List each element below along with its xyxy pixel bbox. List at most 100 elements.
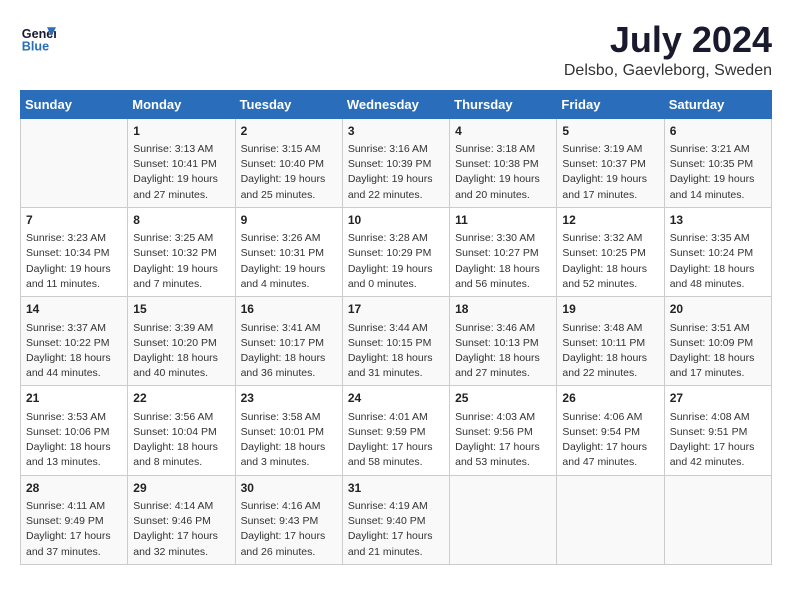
day-number: 11 — [455, 212, 551, 229]
day-info: Sunrise: 3:58 AM Sunset: 10:01 PM Daylig… — [241, 410, 337, 471]
day-number: 21 — [26, 390, 122, 407]
day-info: Sunrise: 3:46 AM Sunset: 10:13 PM Daylig… — [455, 321, 551, 382]
month-year: July 2024 — [564, 20, 772, 60]
calendar-cell: 31 Sunrise: 4:19 AM Sunset: 9:40 PM Dayli… — [342, 475, 449, 564]
weekday-header-tuesday: Tuesday — [235, 90, 342, 118]
day-info: Sunrise: 3:28 AM Sunset: 10:29 PM Daylig… — [348, 231, 444, 292]
calendar-cell: 30 Sunrise: 4:16 AM Sunset: 9:43 PM Dayli… — [235, 475, 342, 564]
day-info: Sunrise: 3:39 AM Sunset: 10:20 PM Daylig… — [133, 321, 229, 382]
weekday-header-saturday: Saturday — [664, 90, 771, 118]
day-number: 7 — [26, 212, 122, 229]
weekday-header-thursday: Thursday — [450, 90, 557, 118]
day-number: 10 — [348, 212, 444, 229]
calendar-cell: 4 Sunrise: 3:18 AM Sunset: 10:38 PM Dayli… — [450, 118, 557, 207]
calendar-cell — [557, 475, 664, 564]
calendar-cell: 5 Sunrise: 3:19 AM Sunset: 10:37 PM Dayli… — [557, 118, 664, 207]
logo-icon: General Blue — [20, 20, 56, 56]
day-number: 28 — [26, 480, 122, 497]
day-info: Sunrise: 3:16 AM Sunset: 10:39 PM Daylig… — [348, 142, 444, 203]
day-info: Sunrise: 3:37 AM Sunset: 10:22 PM Daylig… — [26, 321, 122, 382]
day-number: 3 — [348, 123, 444, 140]
day-number: 20 — [670, 301, 766, 318]
day-info: Sunrise: 3:56 AM Sunset: 10:04 PM Daylig… — [133, 410, 229, 471]
day-number: 19 — [562, 301, 658, 318]
day-info: Sunrise: 3:26 AM Sunset: 10:31 PM Daylig… — [241, 231, 337, 292]
calendar-cell: 18Sunrise: 3:46 AM Sunset: 10:13 PM Dayl… — [450, 297, 557, 386]
calendar-cell: 2 Sunrise: 3:15 AM Sunset: 10:40 PM Dayli… — [235, 118, 342, 207]
day-info: Sunrise: 3:41 AM Sunset: 10:17 PM Daylig… — [241, 321, 337, 382]
calendar-cell: 28 Sunrise: 4:11 AM Sunset: 9:49 PM Dayli… — [21, 475, 128, 564]
day-number: 29 — [133, 480, 229, 497]
calendar-cell: 12 Sunrise: 3:32 AM Sunset: 10:25 PM Dayl… — [557, 207, 664, 296]
day-number: 27 — [670, 390, 766, 407]
day-number: 1 — [133, 123, 229, 140]
day-number: 14 — [26, 301, 122, 318]
calendar-cell: 27Sunrise: 4:08 AM Sunset: 9:51 PM Dayli… — [664, 386, 771, 475]
calendar-cell: 15 Sunrise: 3:39 AM Sunset: 10:20 PM Dayl… — [128, 297, 235, 386]
calendar-cell: 23 Sunrise: 3:58 AM Sunset: 10:01 PM Dayl… — [235, 386, 342, 475]
day-info: Sunrise: 3:53 AM Sunset: 10:06 PM Daylig… — [26, 410, 122, 471]
day-info: Sunrise: 3:48 AM Sunset: 10:11 PM Daylig… — [562, 321, 658, 382]
day-number: 23 — [241, 390, 337, 407]
calendar-cell: 7 Sunrise: 3:23 AM Sunset: 10:34 PM Dayli… — [21, 207, 128, 296]
day-number: 17 — [348, 301, 444, 318]
calendar-cell: 21 Sunrise: 3:53 AM Sunset: 10:06 PM Dayl… — [21, 386, 128, 475]
calendar-cell: 22 Sunrise: 3:56 AM Sunset: 10:04 PM Dayl… — [128, 386, 235, 475]
day-number: 24 — [348, 390, 444, 407]
day-number: 31 — [348, 480, 444, 497]
calendar-cell: 20 Sunrise: 3:51 AM Sunset: 10:09 PM Dayl… — [664, 297, 771, 386]
page-header: General Blue July 2024 Delsbo, Gaevlebor… — [20, 20, 772, 80]
day-info: Sunrise: 4:19 AM Sunset: 9:40 PM Dayligh… — [348, 499, 444, 560]
svg-text:Blue: Blue — [22, 40, 49, 54]
day-info: Sunrise: 3:19 AM Sunset: 10:37 PM Daylig… — [562, 142, 658, 203]
calendar-cell: 14 Sunrise: 3:37 AM Sunset: 10:22 PM Dayl… — [21, 297, 128, 386]
day-info: Sunrise: 3:51 AM Sunset: 10:09 PM Daylig… — [670, 321, 766, 382]
calendar-week-row: 14 Sunrise: 3:37 AM Sunset: 10:22 PM Dayl… — [21, 297, 772, 386]
day-info: Sunrise: 3:23 AM Sunset: 10:34 PM Daylig… — [26, 231, 122, 292]
day-number: 12 — [562, 212, 658, 229]
calendar-cell: 10 Sunrise: 3:28 AM Sunset: 10:29 PM Dayl… — [342, 207, 449, 296]
calendar-cell: 16Sunrise: 3:41 AM Sunset: 10:17 PM Dayl… — [235, 297, 342, 386]
calendar-cell: 17Sunrise: 3:44 AM Sunset: 10:15 PM Dayl… — [342, 297, 449, 386]
day-info: Sunrise: 3:32 AM Sunset: 10:25 PM Daylig… — [562, 231, 658, 292]
day-number: 26 — [562, 390, 658, 407]
weekday-header-row: SundayMondayTuesdayWednesdayThursdayFrid… — [21, 90, 772, 118]
calendar-week-row: 21 Sunrise: 3:53 AM Sunset: 10:06 PM Dayl… — [21, 386, 772, 475]
location: Delsbo, Gaevleborg, Sweden — [564, 62, 772, 80]
day-info: Sunrise: 3:18 AM Sunset: 10:38 PM Daylig… — [455, 142, 551, 203]
calendar-cell: 1Sunrise: 3:13 AM Sunset: 10:41 PM Dayli… — [128, 118, 235, 207]
day-info: Sunrise: 3:30 AM Sunset: 10:27 PM Daylig… — [455, 231, 551, 292]
calendar-week-row: 7 Sunrise: 3:23 AM Sunset: 10:34 PM Dayli… — [21, 207, 772, 296]
day-info: Sunrise: 4:16 AM Sunset: 9:43 PM Dayligh… — [241, 499, 337, 560]
day-info: Sunrise: 4:01 AM Sunset: 9:59 PM Dayligh… — [348, 410, 444, 471]
calendar-week-row: 28 Sunrise: 4:11 AM Sunset: 9:49 PM Dayli… — [21, 475, 772, 564]
day-number: 4 — [455, 123, 551, 140]
day-number: 30 — [241, 480, 337, 497]
day-number: 8 — [133, 212, 229, 229]
weekday-header-monday: Monday — [128, 90, 235, 118]
calendar-cell: 9 Sunrise: 3:26 AM Sunset: 10:31 PM Dayli… — [235, 207, 342, 296]
day-number: 6 — [670, 123, 766, 140]
day-number: 15 — [133, 301, 229, 318]
title-block: July 2024 Delsbo, Gaevleborg, Sweden — [564, 20, 772, 80]
day-info: Sunrise: 3:35 AM Sunset: 10:24 PM Daylig… — [670, 231, 766, 292]
calendar-cell: 25Sunrise: 4:03 AM Sunset: 9:56 PM Dayli… — [450, 386, 557, 475]
calendar-cell — [450, 475, 557, 564]
calendar-cell — [21, 118, 128, 207]
calendar-cell: 6Sunrise: 3:21 AM Sunset: 10:35 PM Dayli… — [664, 118, 771, 207]
calendar-cell: 3 Sunrise: 3:16 AM Sunset: 10:39 PM Dayli… — [342, 118, 449, 207]
calendar-cell: 19 Sunrise: 3:48 AM Sunset: 10:11 PM Dayl… — [557, 297, 664, 386]
calendar-cell: 13Sunrise: 3:35 AM Sunset: 10:24 PM Dayl… — [664, 207, 771, 296]
day-number: 22 — [133, 390, 229, 407]
calendar-table: SundayMondayTuesdayWednesdayThursdayFrid… — [20, 90, 772, 565]
day-number: 25 — [455, 390, 551, 407]
day-info: Sunrise: 3:15 AM Sunset: 10:40 PM Daylig… — [241, 142, 337, 203]
day-number: 2 — [241, 123, 337, 140]
day-number: 9 — [241, 212, 337, 229]
day-info: Sunrise: 4:11 AM Sunset: 9:49 PM Dayligh… — [26, 499, 122, 560]
weekday-header-wednesday: Wednesday — [342, 90, 449, 118]
day-number: 5 — [562, 123, 658, 140]
day-info: Sunrise: 4:14 AM Sunset: 9:46 PM Dayligh… — [133, 499, 229, 560]
calendar-cell: 8Sunrise: 3:25 AM Sunset: 10:32 PM Dayli… — [128, 207, 235, 296]
logo: General Blue — [20, 20, 56, 56]
